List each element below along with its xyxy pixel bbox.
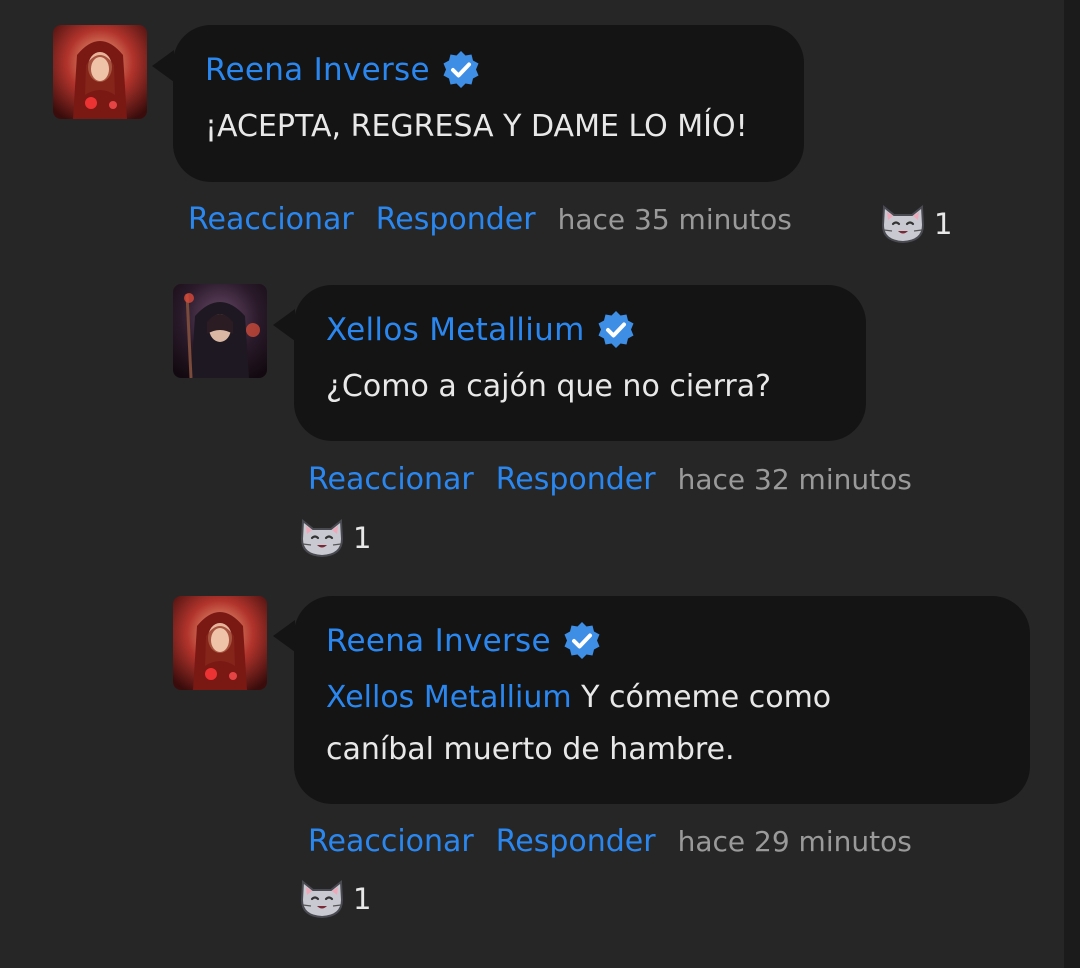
- xellos-avatar-image: [173, 284, 267, 378]
- react-button[interactable]: Reaccionar: [188, 202, 354, 237]
- comment-text-line-1: Xellos Metallium Y cómeme como: [326, 672, 831, 724]
- comment-text-line-2: caníbal muerto de hambre.: [326, 732, 735, 767]
- timestamp: hace 32 minutos: [677, 463, 912, 496]
- comment-bubble: Xellos Metallium ¿Como a cajón que no ci…: [294, 285, 866, 441]
- bubble-tail: [273, 620, 295, 652]
- timestamp: hace 29 minutos: [677, 825, 912, 858]
- cat-face-icon: [300, 519, 344, 558]
- avatar[interactable]: [53, 25, 147, 119]
- author-label[interactable]: Reena Inverse: [205, 52, 430, 88]
- author-label[interactable]: Reena Inverse: [326, 623, 551, 659]
- author-name[interactable]: Reena Inverse: [205, 49, 482, 91]
- reply-button[interactable]: Responder: [496, 824, 656, 859]
- react-button[interactable]: Reaccionar: [308, 824, 474, 859]
- reaction-count: 1: [353, 521, 372, 555]
- comment-actions: Reaccionar Responder hace 29 minutos: [308, 824, 912, 859]
- author-name[interactable]: Xellos Metallium: [326, 309, 637, 351]
- reply-button[interactable]: Responder: [496, 462, 656, 497]
- bubble-tail: [273, 309, 295, 341]
- reaction-summary[interactable]: 1: [297, 878, 371, 920]
- comment-actions: Reaccionar Responder hace 32 minutos: [308, 462, 912, 497]
- avatar[interactable]: [173, 596, 267, 690]
- reaction-summary[interactable]: 1: [297, 517, 371, 559]
- verified-badge-icon: [440, 49, 482, 91]
- comment-text-part: Y cómeme como: [571, 680, 832, 715]
- right-edge-strip: [1064, 0, 1080, 968]
- reaction-count: 1: [353, 882, 372, 916]
- author-label[interactable]: Xellos Metallium: [326, 312, 585, 348]
- comment-bubble: Reena Inverse ¡ACEPTA, REGRESA Y DAME LO…: [173, 25, 804, 182]
- bubble-tail: [152, 50, 174, 82]
- reaction-summary[interactable]: 1: [878, 203, 952, 245]
- cat-face-icon: [300, 880, 344, 919]
- timestamp: hace 35 minutos: [557, 203, 792, 236]
- avatar[interactable]: [173, 284, 267, 378]
- verified-badge-icon: [595, 309, 637, 351]
- comment-text: Xellos Metallium Y cómeme como caníbal m…: [326, 672, 831, 776]
- comment-text: ¡ACEPTA, REGRESA Y DAME LO MÍO!: [205, 109, 748, 144]
- react-button[interactable]: Reaccionar: [308, 462, 474, 497]
- comment-actions: Reaccionar Responder hace 35 minutos: [188, 202, 792, 237]
- cat-face-icon: [881, 205, 925, 244]
- reena-avatar-image: [173, 596, 267, 690]
- comment-text: ¿Como a cajón que no cierra?: [326, 369, 772, 404]
- mention-link[interactable]: Xellos Metallium: [326, 680, 572, 715]
- reaction-count: 1: [934, 207, 953, 241]
- comment-bubble: Reena Inverse Xellos Metallium Y cómeme …: [294, 596, 1030, 804]
- verified-badge-icon: [561, 620, 603, 662]
- author-name[interactable]: Reena Inverse: [326, 620, 603, 662]
- reply-button[interactable]: Responder: [376, 202, 536, 237]
- reena-avatar-image: [53, 25, 147, 119]
